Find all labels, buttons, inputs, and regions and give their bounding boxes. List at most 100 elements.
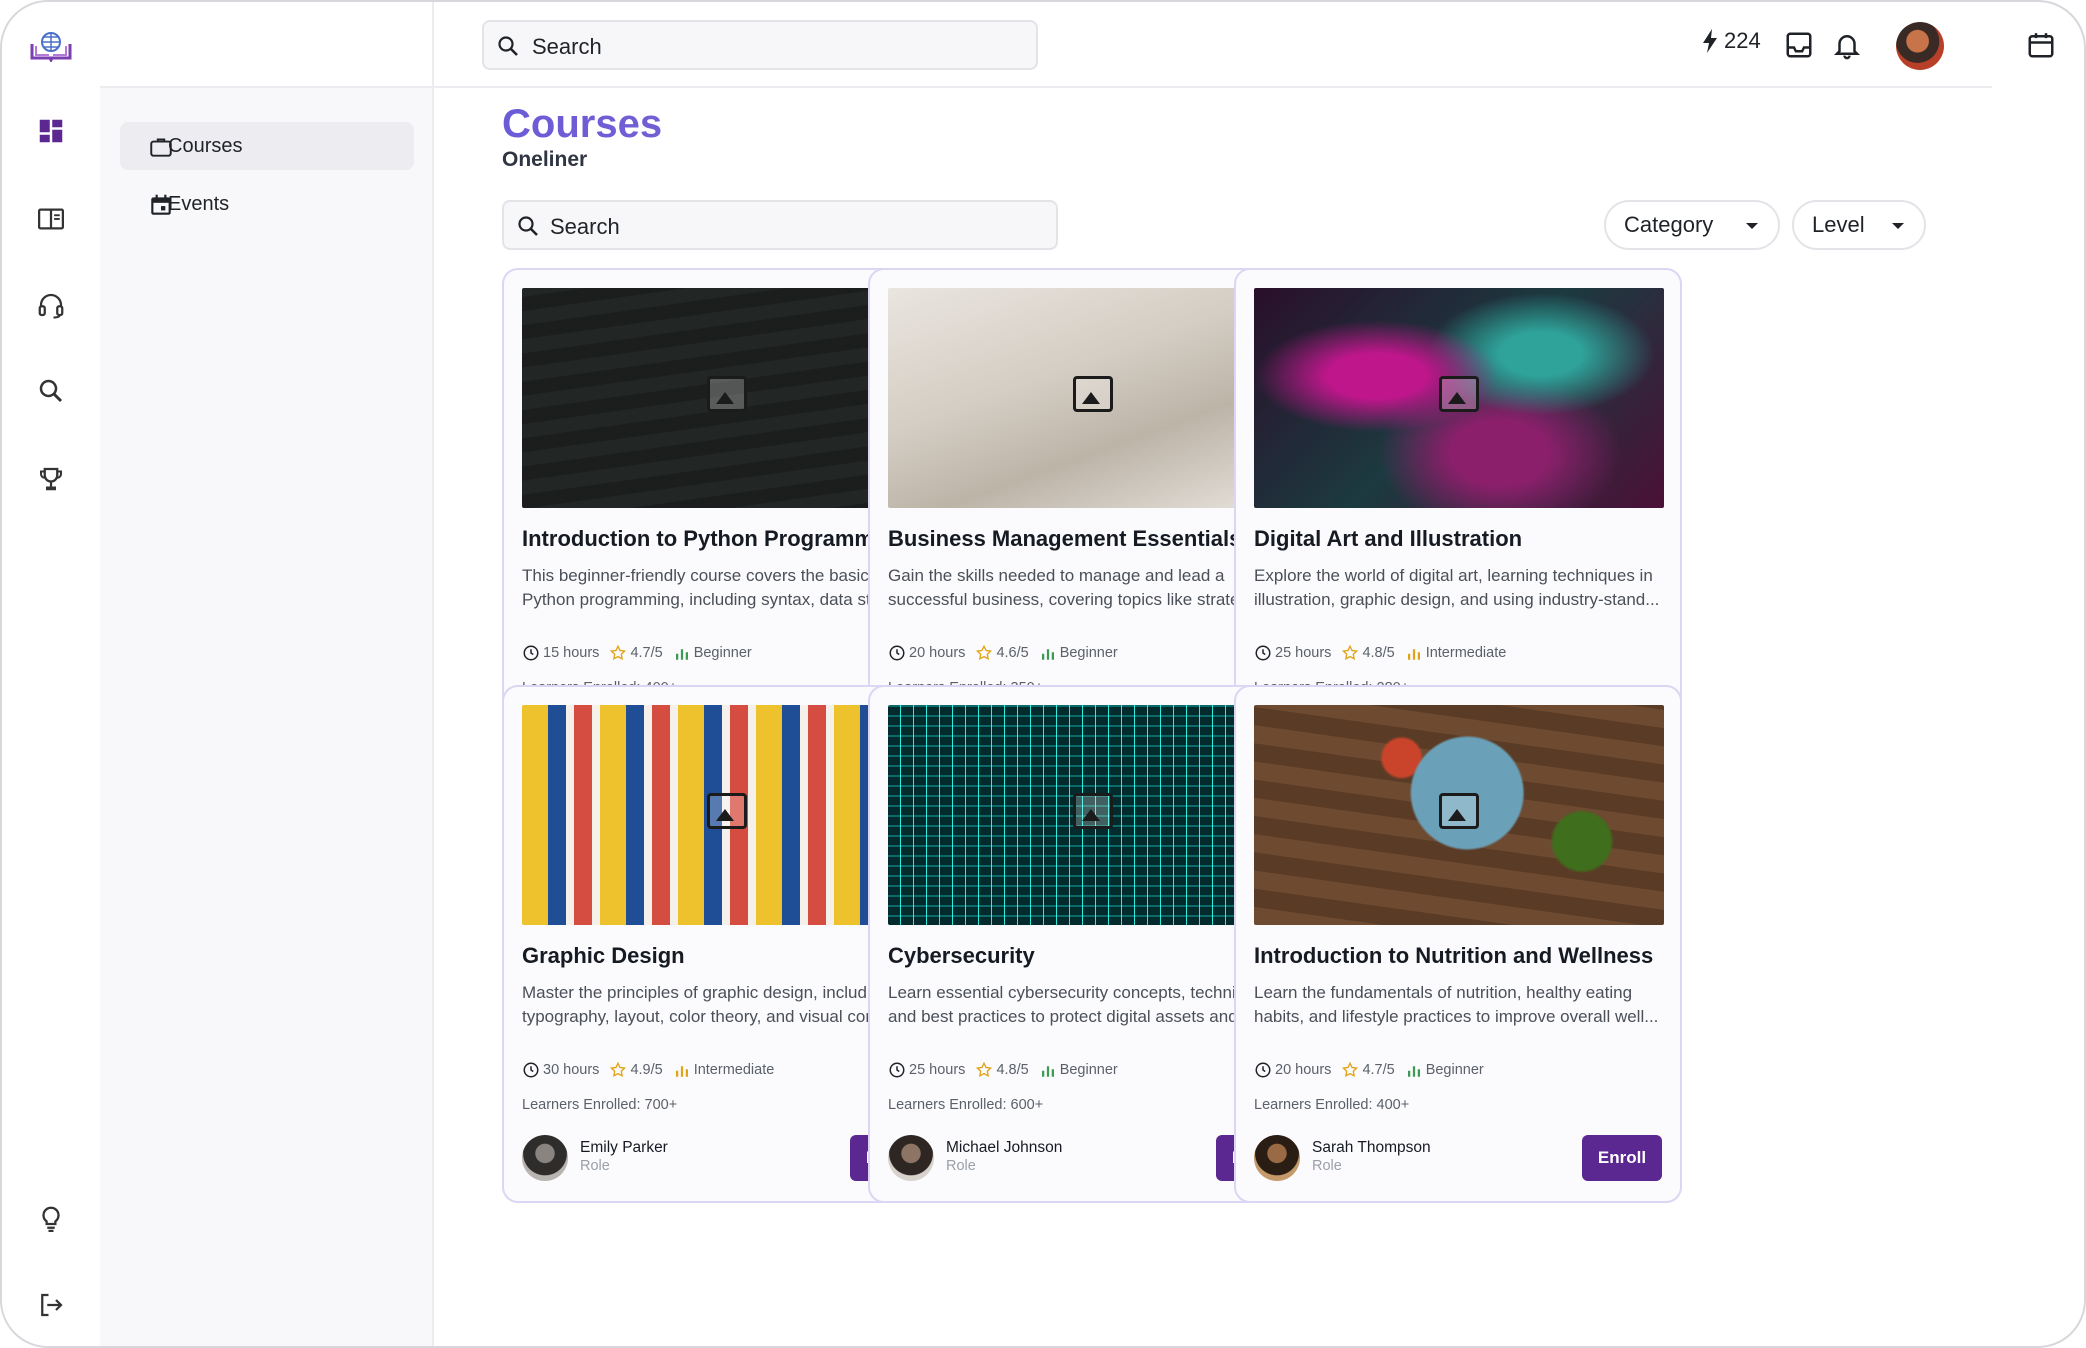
- image-placeholder-icon: [707, 793, 747, 829]
- level: Beginner: [1039, 1061, 1118, 1079]
- duration-label: 25 hours: [909, 1062, 966, 1078]
- instructor-avatar[interactable]: [888, 1135, 934, 1181]
- instructor-avatar[interactable]: [1254, 1135, 1300, 1181]
- logo-icon[interactable]: [28, 28, 74, 64]
- duration: 20 hours: [888, 644, 965, 662]
- course-thumbnail[interactable]: [1254, 288, 1664, 508]
- sidebar-item-courses[interactable]: Courses: [120, 122, 414, 170]
- logout-icon[interactable]: [34, 1288, 68, 1322]
- image-placeholder-icon: [1073, 376, 1113, 412]
- course-title[interactable]: Introduction to Nutrition and Wellness: [1254, 943, 1653, 969]
- star-icon: [976, 1061, 993, 1078]
- image-placeholder-icon: [1073, 793, 1113, 829]
- star-icon: [1342, 644, 1359, 661]
- instructor-role: Role: [580, 1158, 610, 1174]
- course-title[interactable]: Introduction to Python Programming: [522, 526, 907, 552]
- level: Intermediate: [1405, 644, 1506, 662]
- course-title[interactable]: Business Management Essentials: [888, 526, 1241, 552]
- image-placeholder-icon: [1439, 376, 1479, 412]
- search-icon: [498, 36, 518, 56]
- search-icon[interactable]: [34, 374, 68, 408]
- clock-icon: [1255, 645, 1271, 661]
- trophy-icon[interactable]: [34, 462, 68, 496]
- instructor-name[interactable]: Emily Parker: [580, 1139, 668, 1157]
- duration-label: 25 hours: [1275, 645, 1332, 661]
- icon-rail: [2, 2, 100, 1346]
- dashboard-icon[interactable]: [34, 114, 68, 148]
- course-meta: 20 hours 4.6/5 Beginner: [888, 644, 1128, 662]
- rating-label: 4.7/5: [1362, 1062, 1395, 1078]
- course-meta: 20 hours 4.7/5 Beginner: [1254, 1061, 1494, 1079]
- sidebar-item-label: Courses: [168, 134, 243, 157]
- course-title[interactable]: Digital Art and Illustration: [1254, 526, 1522, 552]
- inbox-icon[interactable]: [1784, 30, 1814, 60]
- sidebar-item-label: Events: [168, 192, 230, 215]
- level-dropdown[interactable]: Level: [1792, 200, 1926, 250]
- bar-chart-icon: [675, 1066, 688, 1077]
- bar-chart-icon: [1041, 649, 1054, 660]
- caret-down-icon: [1892, 223, 1904, 229]
- learners-enrolled: Learners Enrolled: 400+: [1254, 1097, 1410, 1113]
- clock-icon: [889, 645, 905, 661]
- bolt-icon: [1703, 29, 1717, 53]
- level-label: Intermediate: [693, 1062, 775, 1078]
- level: Beginner: [673, 644, 752, 662]
- course-description: Learn the fundamentals of nutrition, hea…: [1254, 983, 1659, 1026]
- bell-icon[interactable]: [1832, 30, 1862, 60]
- clock-icon: [889, 1062, 905, 1078]
- enroll-button[interactable]: Enroll: [1582, 1135, 1662, 1181]
- learners-enrolled: Learners Enrolled: 600+: [888, 1097, 1044, 1113]
- instructor-avatar[interactable]: [522, 1135, 568, 1181]
- duration: 25 hours: [888, 1061, 965, 1079]
- calendar-event-icon: [151, 194, 171, 215]
- image-placeholder-icon: [707, 376, 747, 412]
- duration: 20 hours: [1254, 1061, 1331, 1079]
- rating-label: 4.7/5: [630, 645, 663, 661]
- calendar-icon[interactable]: [2026, 30, 2056, 60]
- energy-count: 224: [1724, 28, 1761, 53]
- category-dropdown[interactable]: Category: [1604, 200, 1780, 250]
- course-thumbnail[interactable]: [1254, 705, 1664, 925]
- bar-chart-icon: [1407, 1066, 1420, 1077]
- main-content: Courses Oneliner Search Category Level I…: [502, 102, 1926, 1203]
- rating: 4.8/5: [975, 1061, 1029, 1079]
- book-icon[interactable]: [34, 202, 68, 236]
- duration-label: 20 hours: [909, 645, 966, 661]
- rating-label: 4.6/5: [996, 645, 1029, 661]
- lightbulb-icon[interactable]: [34, 1202, 68, 1236]
- sidebar-item-events[interactable]: Events: [120, 180, 414, 228]
- secondary-sidebar: Courses Events: [100, 2, 434, 1346]
- clock-icon: [523, 1062, 539, 1078]
- instructor-name[interactable]: Sarah Thompson: [1312, 1139, 1431, 1157]
- briefcase-icon: [150, 138, 172, 157]
- duration-label: 20 hours: [1275, 1062, 1332, 1078]
- user-avatar[interactable]: [1896, 22, 1944, 70]
- energy-counter[interactable]: 224: [1700, 28, 1761, 54]
- global-search-input[interactable]: Search: [482, 20, 1038, 70]
- rating: 4.8/5: [1341, 644, 1395, 662]
- level-label: Beginner: [1059, 645, 1118, 661]
- course-search-placeholder: Search: [550, 214, 620, 239]
- search-icon: [518, 216, 538, 236]
- duration: 25 hours: [1254, 644, 1331, 662]
- instructor-role: Role: [946, 1158, 976, 1174]
- headset-icon[interactable]: [34, 288, 68, 322]
- image-placeholder-icon: [1439, 793, 1479, 829]
- learners-enrolled: Learners Enrolled: 700+: [522, 1097, 678, 1113]
- rating: 4.6/5: [975, 644, 1029, 662]
- course-search-input[interactable]: Search: [502, 200, 1058, 250]
- level: Beginner: [1405, 1061, 1484, 1079]
- bar-chart-icon: [1041, 1066, 1054, 1077]
- instructor-name[interactable]: Michael Johnson: [946, 1139, 1062, 1157]
- course-card[interactable]: Introduction to Nutrition and Wellness L…: [1234, 685, 1682, 1203]
- course-title[interactable]: Graphic Design: [522, 943, 685, 969]
- level: Beginner: [1039, 644, 1118, 662]
- star-icon: [976, 644, 993, 661]
- clock-icon: [1255, 1062, 1271, 1078]
- course-title[interactable]: Cybersecurity: [888, 943, 1035, 969]
- level-dropdown-label: Level: [1812, 212, 1865, 237]
- level-label: Beginner: [1059, 1062, 1118, 1078]
- course-meta: 15 hours 4.7/5 Beginner: [522, 644, 762, 662]
- top-bar: Search 224: [434, 2, 1992, 88]
- star-icon: [610, 644, 627, 661]
